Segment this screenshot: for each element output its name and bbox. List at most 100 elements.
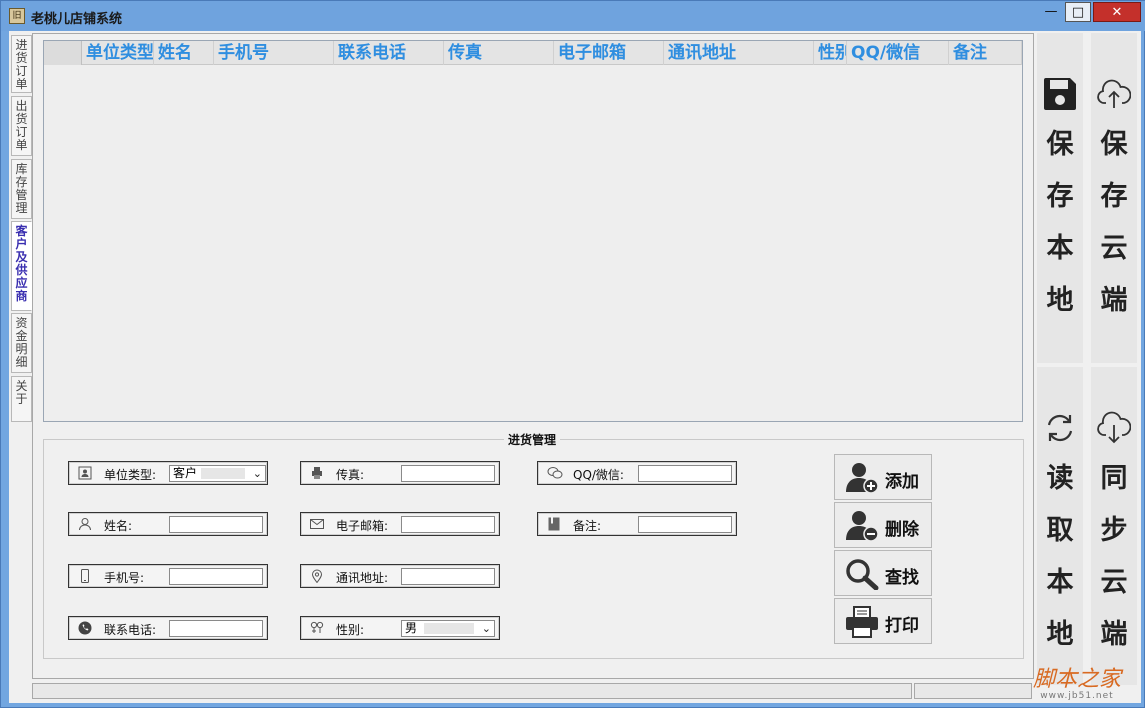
save-cloud-char: 保 (1100, 129, 1128, 160)
column-header[interactable]: 通讯地址 (664, 41, 814, 65)
phone-input[interactable] (169, 620, 263, 637)
tab-purchase-orders[interactable]: 进货订单 (11, 35, 32, 93)
save-local-char: 存 (1046, 181, 1074, 212)
fax-icon (310, 466, 324, 480)
person-icon (78, 517, 92, 531)
tab-customers-suppliers[interactable]: 客户及供应商 (11, 221, 32, 311)
window-title: 老桃儿店铺系统 (31, 12, 123, 27)
add-label: 添加 (885, 472, 919, 492)
tab-sales-orders[interactable]: 出货订单 (11, 96, 32, 156)
name-label: 姓名: (104, 519, 133, 533)
gender-field: 性别: 男 ⌄ (300, 616, 500, 640)
email-field: 电子邮箱: (300, 512, 500, 536)
note-input[interactable] (638, 516, 732, 533)
phone-label: 联系电话: (104, 623, 157, 637)
mobile-field: 手机号: (68, 564, 268, 588)
tab-content: 单位类型 姓名 手机号 联系电话 传真 电子邮箱 通讯地址 性别 QQ/微信 备… (32, 33, 1034, 679)
maximize-button[interactable]: □ (1065, 2, 1091, 22)
column-header[interactable]: 手机号 (214, 41, 334, 65)
save-cloud-char: 云 (1100, 233, 1128, 264)
note-field: 备注: (537, 512, 737, 536)
read-local-char: 读 (1046, 463, 1074, 494)
app-window: 旧 老桃儿店铺系统 — □ ✕ 进货订单 出货订单 库存管理 客户及供应商 资金… (0, 0, 1145, 708)
minimize-button[interactable]: — (1041, 2, 1061, 22)
save-local-button[interactable]: 保 存 本 地 (1037, 33, 1083, 363)
read-local-char: 本 (1046, 567, 1074, 598)
search-icon (845, 558, 879, 591)
sync-cloud-char: 步 (1100, 515, 1128, 546)
unit-type-field: 单位类型: 客户 ⌄ (68, 461, 268, 485)
fax-field: 传真: (300, 461, 500, 485)
phone-field: 联系电话: (68, 616, 268, 640)
delete-label: 删除 (885, 520, 919, 540)
unit-type-select[interactable]: 客户 ⌄ (169, 465, 266, 482)
print-button[interactable]: 打印 (834, 598, 932, 644)
phone-icon (78, 621, 92, 635)
close-button[interactable]: ✕ (1093, 2, 1141, 22)
fax-input[interactable] (401, 465, 495, 482)
save-local-char: 保 (1046, 129, 1074, 160)
delete-button[interactable]: 删除 (834, 502, 932, 548)
search-button[interactable]: 查找 (834, 550, 932, 596)
sync-cloud-char: 端 (1100, 619, 1128, 650)
mobile-input[interactable] (169, 568, 263, 585)
column-header[interactable]: 姓名 (154, 41, 214, 65)
floppy-disk-icon (1043, 77, 1077, 111)
chevron-down-icon: ⌄ (252, 467, 262, 480)
gender-value: 男 (405, 621, 418, 635)
read-local-button[interactable]: 读 取 本 地 (1037, 367, 1083, 685)
save-local-char: 地 (1046, 285, 1074, 316)
column-header[interactable]: 单位类型 (82, 41, 154, 65)
group-title: 进货管理 (504, 431, 561, 448)
mobile-label: 手机号: (104, 571, 145, 585)
save-cloud-button[interactable]: 保 存 云 端 (1091, 33, 1137, 363)
column-header[interactable]: QQ/微信 (847, 41, 949, 65)
print-label: 打印 (885, 616, 919, 636)
column-header[interactable]: 备注 (949, 41, 1022, 65)
qq-wechat-label: QQ/微信: (573, 468, 624, 482)
save-cloud-char: 端 (1100, 285, 1128, 316)
notebook-icon (547, 517, 561, 531)
unit-type-value: 客户 (173, 466, 198, 480)
records-grid[interactable]: 单位类型 姓名 手机号 联系电话 传真 电子邮箱 通讯地址 性别 QQ/微信 备… (43, 40, 1023, 422)
name-field: 姓名: (68, 512, 268, 536)
gender-icon (310, 621, 324, 635)
gender-select[interactable]: 男 ⌄ (401, 620, 495, 637)
add-user-icon (845, 462, 879, 494)
sync-cloud-button[interactable]: 同 步 云 端 (1091, 367, 1137, 685)
qq-wechat-field: QQ/微信: (537, 461, 737, 485)
title-bar[interactable]: 旧 老桃儿店铺系统 — □ ✕ (1, 1, 1145, 31)
tab-inventory[interactable]: 库存管理 (11, 159, 32, 219)
location-pin-icon (310, 569, 324, 584)
sync-cloud-char: 云 (1100, 567, 1128, 598)
cloud-upload-icon (1097, 77, 1132, 111)
column-header[interactable]: 联系电话 (334, 41, 444, 65)
watermark-text: 脚本之家 (1032, 667, 1121, 692)
email-input[interactable] (401, 516, 495, 533)
unit-type-label: 单位类型: (104, 468, 157, 482)
read-local-char: 取 (1046, 515, 1074, 546)
address-label: 通讯地址: (336, 571, 389, 585)
column-header[interactable]: 性别 (814, 41, 847, 65)
refresh-icon (1043, 411, 1077, 445)
cloud-download-icon (1097, 411, 1132, 445)
address-input[interactable] (401, 568, 495, 585)
management-group: 进货管理 单位类型: 客户 ⌄ 姓名: 手机号: 联系电话: 传真: 电子邮箱:… (43, 431, 1024, 659)
watermark: 脚本之家 www.jb51.net (1013, 661, 1141, 701)
column-header[interactable]: 传真 (444, 41, 554, 65)
status-bar (32, 683, 912, 699)
add-button[interactable]: 添加 (834, 454, 932, 500)
grid-header: 单位类型 姓名 手机号 联系电话 传真 电子邮箱 通讯地址 性别 QQ/微信 备… (44, 41, 1022, 65)
save-cloud-char: 存 (1100, 181, 1128, 212)
column-header[interactable]: 电子邮箱 (554, 41, 664, 65)
address-field: 通讯地址: (300, 564, 500, 588)
envelope-icon (310, 517, 324, 531)
row-selector-header[interactable] (44, 41, 82, 65)
name-input[interactable] (169, 516, 263, 533)
remove-user-icon (845, 510, 879, 542)
tab-fund-details[interactable]: 资金明细 (11, 313, 32, 373)
fax-label: 传真: (336, 468, 365, 482)
tab-about[interactable]: 关于 (11, 376, 32, 422)
qq-wechat-input[interactable] (638, 465, 732, 482)
client-area: 进货订单 出货订单 库存管理 客户及供应商 资金明细 关于 单位类型 姓名 手机… (9, 31, 1141, 703)
